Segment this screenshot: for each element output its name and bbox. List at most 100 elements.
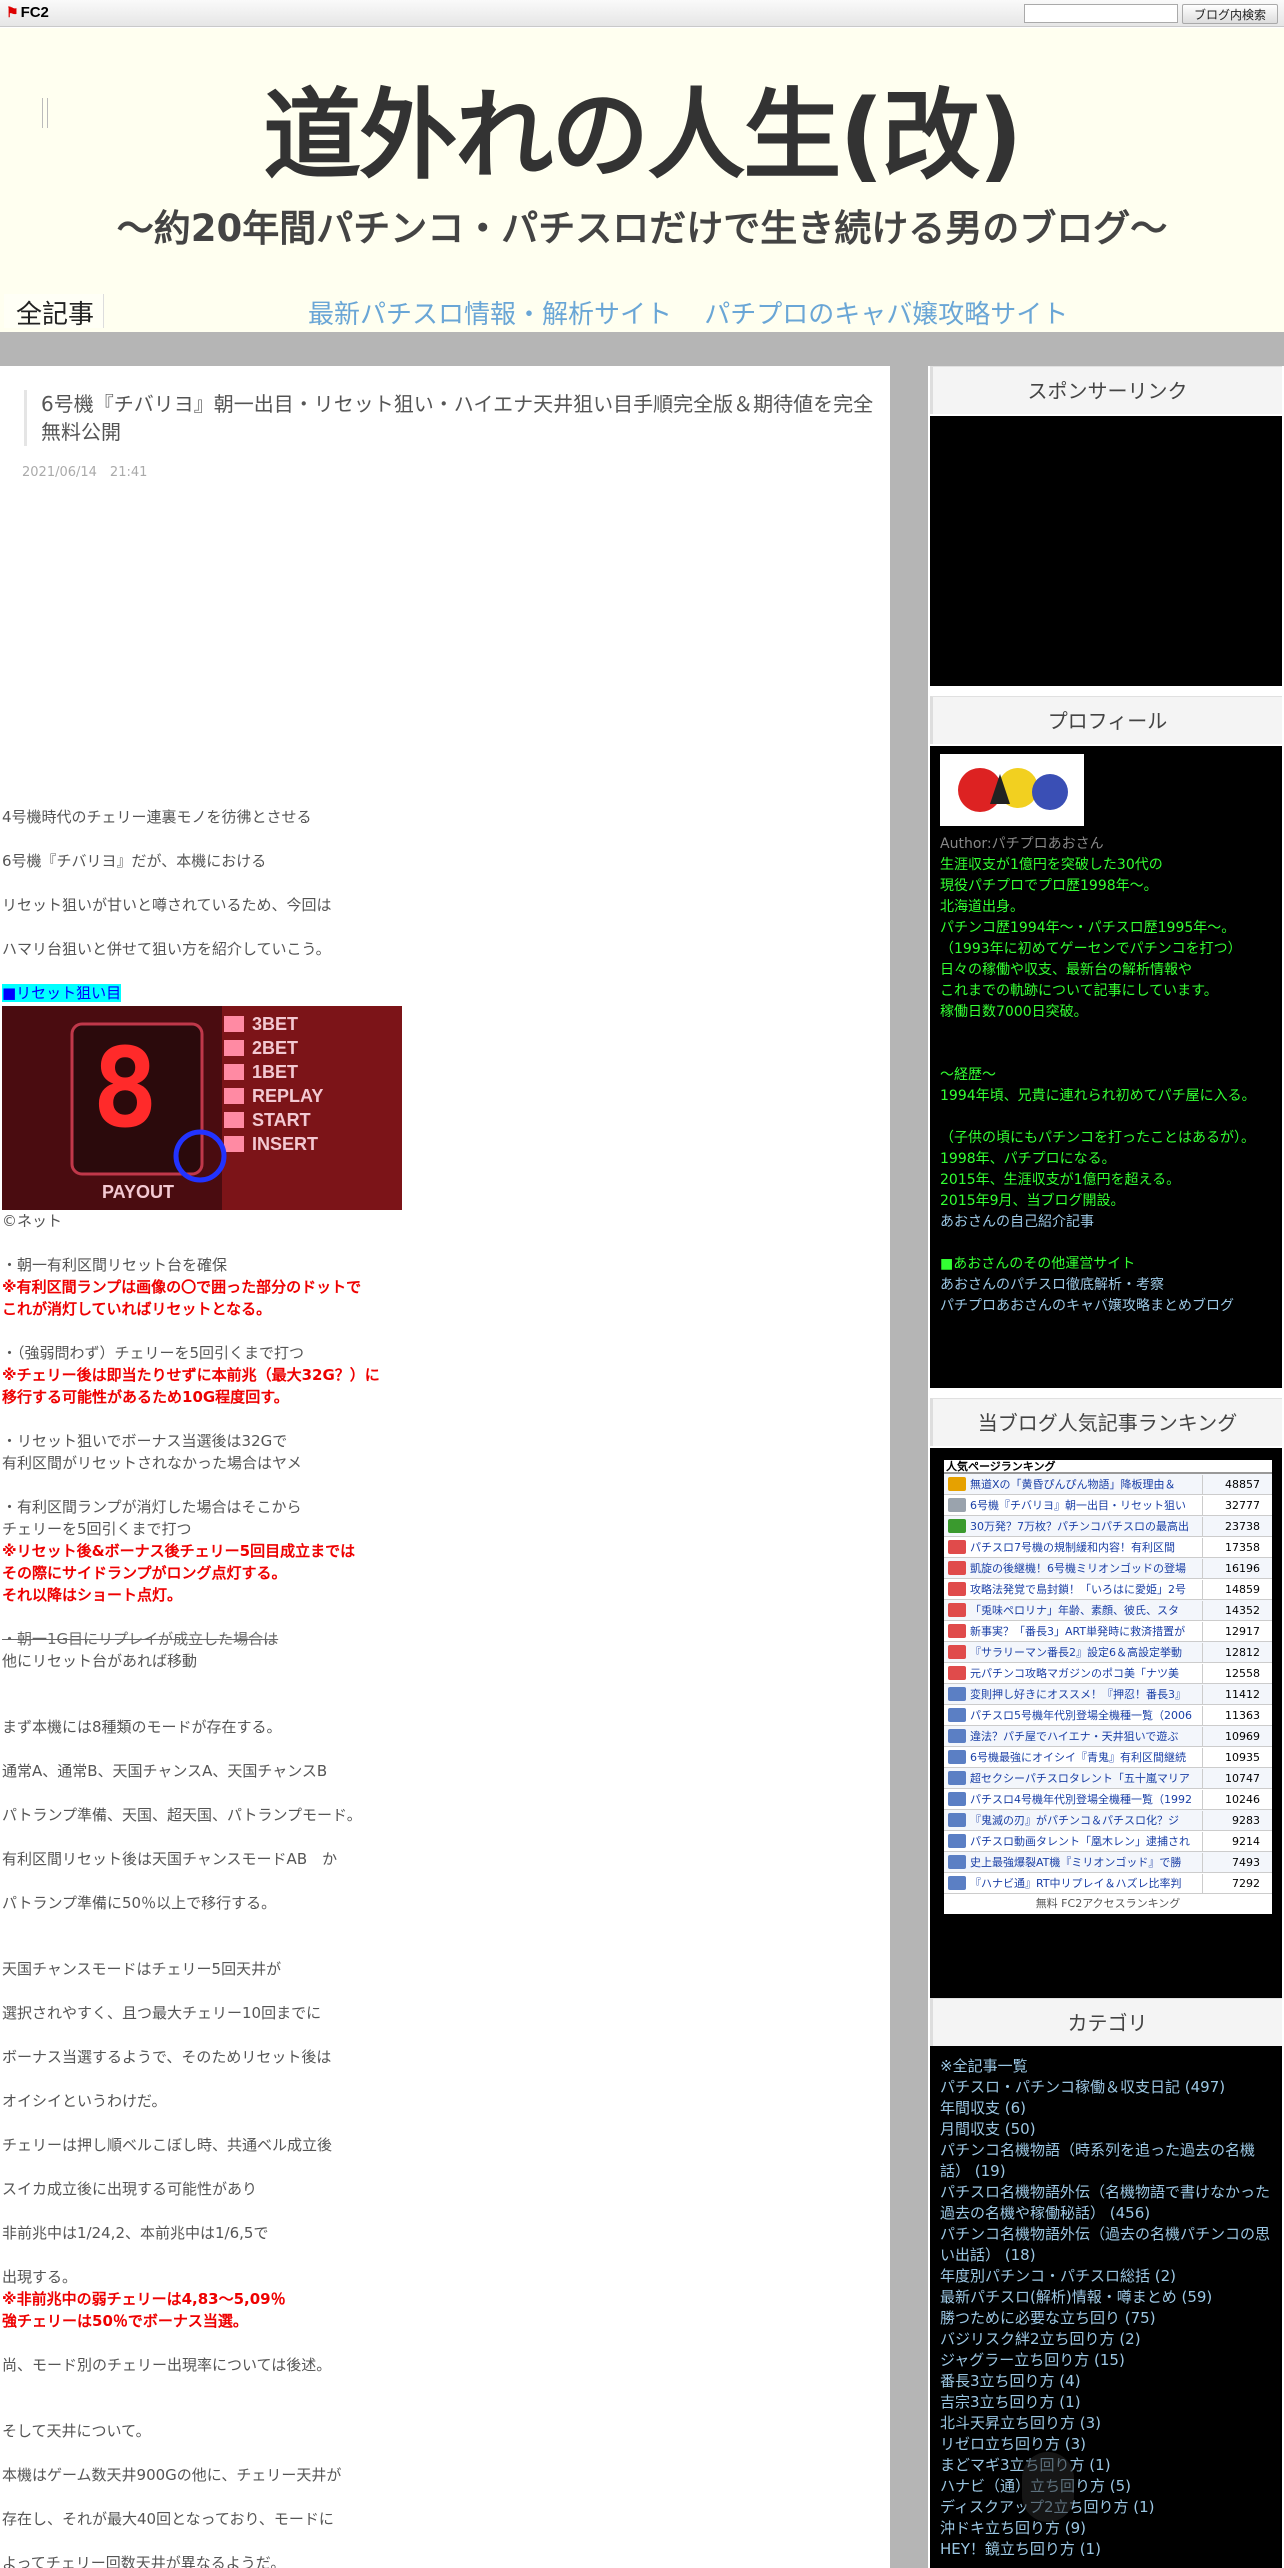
category-link[interactable]: HEY！鏡立ち回り方 (1)	[940, 2539, 1272, 2560]
reset-lamp-photo[interactable]: 8 3BET 2BET 1BET REPLAY START INSERT PAY…	[2, 1006, 402, 1210]
intro-link[interactable]: あおさんの自己紹介記事	[940, 1212, 1272, 1233]
profile-line: 日々の稼働や収支、最新台の解析情報や	[940, 962, 1192, 978]
sponsor-ad-area[interactable]	[930, 416, 1282, 686]
category-link[interactable]: 吉宗3立ち回り方 (1)	[940, 2392, 1272, 2413]
ranking-row[interactable]: 『鬼滅の刃』がパチンコ＆パチスロ化？ジ 9283	[944, 1810, 1272, 1831]
ranking-footer-link[interactable]: 無料 FC2アクセスランキング	[944, 1894, 1272, 1914]
ranking-title-link[interactable]: 攻略法発覚で島封鎖！「いろはに愛姫」2号	[970, 1580, 1202, 1599]
reset-heading: ■リセット狙い目	[2, 984, 122, 1002]
ranking-count: 10969	[1202, 1726, 1264, 1746]
ranking-row[interactable]: 無道Xの「黄昏ぴんぴん物語」降板理由＆ 48857	[944, 1474, 1272, 1495]
sponsor-title: スポンサーリンク	[930, 366, 1282, 414]
category-link[interactable]: 年間収支 (6)	[940, 2098, 1272, 2119]
ranking-row[interactable]: パチスロ動画タレント「凰木レン」逮捕され 9214	[944, 1831, 1272, 1852]
all-posts-link[interactable]: 全記事	[4, 294, 104, 330]
ranking-title-link[interactable]: 違法？パチ屋でハイエナ・天井狙いで遊ぶ	[970, 1727, 1202, 1746]
header-link-analysis[interactable]: 最新パチスロ情報・解析サイト	[308, 300, 672, 330]
scroll-to-top-button[interactable]	[1022, 2452, 1074, 2522]
rank-badge-icon	[948, 1813, 966, 1827]
category-link[interactable]: ※全記事一覧	[940, 2056, 1272, 2077]
category-link[interactable]: リゼロ立ち回り方 (3)	[940, 2434, 1272, 2455]
body-line: オイシイというわけだ。	[2, 2092, 167, 2110]
other-site-link[interactable]: あおさんのパチスロ徹底解析・考察	[940, 1275, 1272, 1296]
ranking-row[interactable]: 違法？パチ屋でハイエナ・天井狙いで遊ぶ 10969	[944, 1726, 1272, 1747]
body-line: ・有利区間ランプが消灯した場合はそこから	[2, 1498, 302, 1516]
ranking-title-link[interactable]: パチスロ動画タレント「凰木レン」逮捕され	[970, 1832, 1202, 1851]
ranking-title-link[interactable]: 凱旋の後継機！6号機ミリオンゴッドの登場	[970, 1559, 1202, 1578]
ranking-title-link[interactable]: パチスロ5号機年代別登場全機種一覧（2006	[970, 1706, 1202, 1725]
ranking-title-link[interactable]: 史上最強爆裂AT機『ミリオンゴッド』で勝	[970, 1853, 1202, 1872]
ranking-table: 人気ページランキング 無道Xの「黄昏ぴんぴん物語」降板理由＆ 48857 6号機『チ…	[944, 1460, 1272, 1914]
category-link[interactable]: 番長3立ち回り方 (4)	[940, 2371, 1272, 2392]
ranking-row[interactable]: 「兎味ペロリナ」年齢、素顔、彼氏、スタ 14352	[944, 1600, 1272, 1621]
ranking-row[interactable]: 30万発？7万枚？パチンコパチスロの最高出 23738	[944, 1516, 1272, 1537]
body-line: 有利区間がリセットされなかった場合はヤメ	[2, 1454, 302, 1472]
ranking-title-link[interactable]: 新事実？「番長3」ART単発時に救済措置が	[970, 1622, 1202, 1641]
other-site-link[interactable]: パチプロあおさんのキャバ嬢攻略まとめブログ	[940, 1296, 1272, 1317]
label-payout: PAYOUT	[102, 1182, 174, 1202]
ranking-row[interactable]: 6号機最強にオイシイ『青鬼』有利区間継続 10935	[944, 1747, 1272, 1768]
ranking-count: 10935	[1202, 1747, 1264, 1767]
career-line: 2015年、生涯収支が1億円を超える。	[940, 1172, 1181, 1188]
profile-line: 北海道出身。	[940, 899, 1024, 915]
ranking-title-link[interactable]: 「兎味ペロリナ」年齢、素顔、彼氏、スタ	[970, 1601, 1202, 1620]
ranking-title-link[interactable]: 『鬼滅の刃』がパチンコ＆パチスロ化？ジ	[970, 1811, 1202, 1830]
category-link[interactable]: パチスロ・パチンコ稼働＆収支日記 (497)	[940, 2077, 1272, 2098]
body-line: 出現する。	[2, 2268, 78, 2286]
rank-badge-icon	[948, 1582, 966, 1596]
ranking-row[interactable]: 『サラリーマン番長2』設定6＆高設定挙動 12812	[944, 1642, 1272, 1663]
ranking-count: 12558	[1202, 1663, 1264, 1683]
ranking-title-link[interactable]: 超セクシーパチスロタレント「五十嵐マリア	[970, 1769, 1202, 1788]
ranking-row[interactable]: パチスロ5号機年代別登場全機種一覧（2006 11363	[944, 1705, 1272, 1726]
ranking-row[interactable]: 攻略法発覚で島封鎖！「いろはに愛姫」2号 14859	[944, 1579, 1272, 1600]
ranking-row[interactable]: パチスロ7号機の規制緩和内容！有利区間 17358	[944, 1537, 1272, 1558]
ranking-title-link[interactable]: 『ハナビ通』RT中リプレイ＆ハズレ比率判	[970, 1874, 1202, 1893]
ranking-title-link[interactable]: パチスロ7号機の規制緩和内容！有利区間	[970, 1538, 1202, 1557]
ranking-row[interactable]: 『ハナビ通』RT中リプレイ＆ハズレ比率判 7292	[944, 1873, 1272, 1894]
category-link[interactable]: 北斗天昇立ち回り方 (3)	[940, 2413, 1272, 2434]
slot-panel-illustration: 8 3BET 2BET 1BET REPLAY START INSERT PAY…	[2, 1006, 402, 1210]
ranking-row[interactable]: 凱旋の後継機！6号機ミリオンゴッドの登場 16196	[944, 1558, 1272, 1579]
category-link[interactable]: 最新パチスロ(解析)情報・噂まとめ (59)	[940, 2287, 1272, 2308]
category-link[interactable]: パチンコ名機物語外伝（過去の名機パチンコの思い出話） (18)	[940, 2224, 1272, 2266]
category-link[interactable]: 月間収支 (50)	[940, 2119, 1272, 2140]
ranking-row[interactable]: 元パチンコ攻略マガジンのポコ美「ナツ美 12558	[944, 1663, 1272, 1684]
ranking-row[interactable]: 新事実？「番長3」ART単発時に救済措置が 12917	[944, 1621, 1272, 1642]
category-link[interactable]: パチスロ名機物語外伝（名機物語で書けなかった過去の名機や稼働秘話） (456)	[940, 2182, 1272, 2224]
category-link[interactable]: バジリスク絆2立ち回り方 (2)	[940, 2329, 1272, 2350]
ranking-title-link[interactable]: 6号機最強にオイシイ『青鬼』有利区間継続	[970, 1748, 1202, 1767]
category-link[interactable]: 勝つために必要な立ち回り (75)	[940, 2308, 1272, 2329]
note-red: これが消灯していればリセットとなる。	[2, 1300, 272, 1318]
ranking-row[interactable]: 史上最強爆裂AT機『ミリオンゴッド』で勝 7493	[944, 1852, 1272, 1873]
rank-badge-icon	[948, 1603, 966, 1617]
ranking-row[interactable]: 変則押し好きにオススメ！『押忍！番長3』 11412	[944, 1684, 1272, 1705]
category-link[interactable]: ジャグラー立ち回り方 (15)	[940, 2350, 1272, 2371]
body-line: 4号機時代のチェリー連裏モノを彷彿とさせる	[2, 808, 312, 826]
category-link[interactable]: パチンコ名機物語（時系列を追った過去の名機話） (19)	[940, 2140, 1272, 2182]
ranking-title-link[interactable]: 変則押し好きにオススメ！『押忍！番長3』	[970, 1685, 1202, 1704]
ranking-title-link[interactable]: 元パチンコ攻略マガジンのポコ美「ナツ美	[970, 1664, 1202, 1683]
ranking-title-link[interactable]: 30万発？7万枚？パチンコパチスロの最高出	[970, 1517, 1202, 1536]
rank-badge-icon	[948, 1645, 966, 1659]
category-link[interactable]: 年度別パチンコ・パチスロ総括 (2)	[940, 2266, 1272, 2287]
blog-search-button[interactable]: ブログ内検索	[1182, 4, 1278, 24]
category-link[interactable]: ハナビ（通）立ち回り方 (5)	[940, 2476, 1272, 2497]
blog-search-input[interactable]	[1024, 4, 1178, 23]
ranking-title-link[interactable]: 『サラリーマン番長2』設定6＆高設定挙動	[970, 1643, 1202, 1662]
profile-avatar[interactable]	[940, 754, 1084, 826]
category-link[interactable]: ディスクアップ2立ち回り方 (1)	[940, 2497, 1272, 2518]
ranking-title-link[interactable]: 6号機『チバリヨ』朝一出目・リセット狙い	[970, 1496, 1202, 1515]
ranking-count: 7493	[1202, 1852, 1264, 1872]
ranking-count: 48857	[1202, 1474, 1264, 1494]
fc2-logo[interactable]: ⚑ FC2	[6, 4, 49, 21]
category-link[interactable]: 沖ドキ立ち回り方 (9)	[940, 2518, 1272, 2539]
header-link-cabaret[interactable]: パチプロのキャバ嬢攻略サイト	[704, 300, 1068, 330]
post-title[interactable]: 6号機『チバリヨ』朝一出目・リセット狙い・ハイエナ天井狙い目手順完全版＆期待値を…	[24, 390, 890, 446]
ranking-row[interactable]: 超セクシーパチスロタレント「五十嵐マリア 10747	[944, 1768, 1272, 1789]
ranking-title-link[interactable]: パチスロ4号機年代別登場全機種一覧（1992	[970, 1790, 1202, 1809]
ranking-row[interactable]: パチスロ4号機年代別登場全機種一覧（1992 10246	[944, 1789, 1272, 1810]
blog-title[interactable]: 道外れの人生(改)	[0, 56, 1284, 198]
ranking-title-link[interactable]: 無道Xの「黄昏ぴんぴん物語」降板理由＆	[970, 1475, 1202, 1494]
ranking-row[interactable]: 6号機『チバリヨ』朝一出目・リセット狙い 32777	[944, 1495, 1272, 1516]
category-link[interactable]: まどマギ3立ち回り方 (1)	[940, 2455, 1272, 2476]
